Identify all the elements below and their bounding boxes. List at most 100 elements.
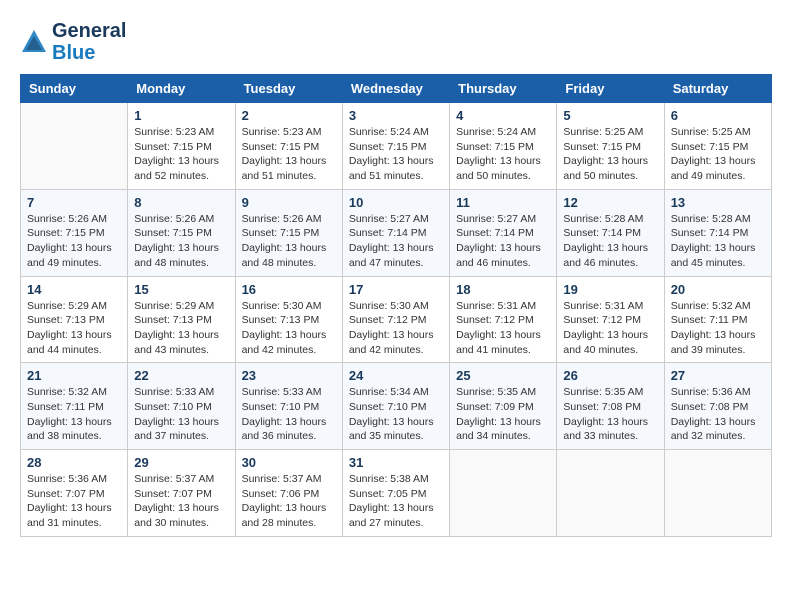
day-number: 22 <box>134 368 228 383</box>
weekday-header: Sunday <box>21 75 128 103</box>
logo: General Blue <box>20 20 126 64</box>
day-number: 5 <box>563 108 657 123</box>
day-number: 19 <box>563 282 657 297</box>
day-number: 24 <box>349 368 443 383</box>
day-number: 15 <box>134 282 228 297</box>
calendar-cell: 12Sunrise: 5:28 AM Sunset: 7:14 PM Dayli… <box>557 189 664 276</box>
day-info: Sunrise: 5:25 AM Sunset: 7:15 PM Dayligh… <box>563 125 657 184</box>
day-info: Sunrise: 5:32 AM Sunset: 7:11 PM Dayligh… <box>671 299 765 358</box>
weekday-header: Wednesday <box>342 75 449 103</box>
calendar-cell: 17 Sunrise: 5:30 AM Sunset: 7:12 PM Dayli… <box>342 276 449 363</box>
day-number: 26 <box>563 368 657 383</box>
calendar-cell: 7 Sunrise: 5:26 AM Sunset: 7:15 PM Daylig… <box>21 189 128 276</box>
calendar-week-row: 14 Sunrise: 5:29 AM Sunset: 7:13 PM Dayli… <box>21 276 772 363</box>
calendar-cell: 28 Sunrise: 5:36 AM Sunset: 7:07 PM Dayli… <box>21 450 128 537</box>
weekday-header: Monday <box>128 75 235 103</box>
day-info: Sunrise: 5:30 AM Sunset: 7:12 PM Dayligh… <box>349 299 443 358</box>
day-number: 17 <box>349 282 443 297</box>
calendar-cell: 15 Sunrise: 5:29 AM Sunset: 7:13 PM Dayli… <box>128 276 235 363</box>
calendar-cell: 29Sunrise: 5:37 AM Sunset: 7:07 PM Dayli… <box>128 450 235 537</box>
calendar-cell: 11Sunrise: 5:27 AM Sunset: 7:14 PM Dayli… <box>450 189 557 276</box>
day-number: 3 <box>349 108 443 123</box>
day-number: 12 <box>563 195 657 210</box>
day-number: 20 <box>671 282 765 297</box>
calendar-cell: 4 Sunrise: 5:24 AM Sunset: 7:15 PM Daylig… <box>450 103 557 190</box>
calendar-body: 1Sunrise: 5:23 AM Sunset: 7:15 PM Daylig… <box>21 103 772 537</box>
day-info: Sunrise: 5:28 AM Sunset: 7:14 PM Dayligh… <box>671 212 765 271</box>
calendar-week-row: 7 Sunrise: 5:26 AM Sunset: 7:15 PM Daylig… <box>21 189 772 276</box>
page-header: General Blue <box>20 20 772 64</box>
day-info: Sunrise: 5:24 AM Sunset: 7:15 PM Dayligh… <box>349 125 443 184</box>
day-number: 23 <box>242 368 336 383</box>
calendar-cell: 1Sunrise: 5:23 AM Sunset: 7:15 PM Daylig… <box>128 103 235 190</box>
day-number: 27 <box>671 368 765 383</box>
calendar-cell: 3 Sunrise: 5:24 AM Sunset: 7:15 PM Daylig… <box>342 103 449 190</box>
day-info: Sunrise: 5:23 AM Sunset: 7:15 PM Dayligh… <box>242 125 336 184</box>
day-number: 31 <box>349 455 443 470</box>
logo-icon <box>20 28 48 56</box>
calendar-cell: 21 Sunrise: 5:32 AM Sunset: 7:11 PM Dayli… <box>21 363 128 450</box>
day-info: Sunrise: 5:37 AM Sunset: 7:07 PM Dayligh… <box>134 472 228 531</box>
calendar-cell: 14 Sunrise: 5:29 AM Sunset: 7:13 PM Dayli… <box>21 276 128 363</box>
weekday-header: Thursday <box>450 75 557 103</box>
day-number: 25 <box>456 368 550 383</box>
day-info: Sunrise: 5:31 AM Sunset: 7:12 PM Dayligh… <box>563 299 657 358</box>
calendar-cell: 19 Sunrise: 5:31 AM Sunset: 7:12 PM Dayli… <box>557 276 664 363</box>
calendar-cell: 8 Sunrise: 5:26 AM Sunset: 7:15 PM Daylig… <box>128 189 235 276</box>
weekday-header: Friday <box>557 75 664 103</box>
calendar-cell: 9Sunrise: 5:26 AM Sunset: 7:15 PM Daylig… <box>235 189 342 276</box>
day-info: Sunrise: 5:24 AM Sunset: 7:15 PM Dayligh… <box>456 125 550 184</box>
day-number: 30 <box>242 455 336 470</box>
day-info: Sunrise: 5:27 AM Sunset: 7:14 PM Dayligh… <box>349 212 443 271</box>
calendar-cell: 31 Sunrise: 5:38 AM Sunset: 7:05 PM Dayli… <box>342 450 449 537</box>
day-number: 7 <box>27 195 121 210</box>
day-number: 8 <box>134 195 228 210</box>
day-info: Sunrise: 5:32 AM Sunset: 7:11 PM Dayligh… <box>27 385 121 444</box>
calendar-week-row: 21 Sunrise: 5:32 AM Sunset: 7:11 PM Dayli… <box>21 363 772 450</box>
day-info: Sunrise: 5:26 AM Sunset: 7:15 PM Dayligh… <box>134 212 228 271</box>
calendar-cell: 18Sunrise: 5:31 AM Sunset: 7:12 PM Dayli… <box>450 276 557 363</box>
day-info: Sunrise: 5:34 AM Sunset: 7:10 PM Dayligh… <box>349 385 443 444</box>
calendar-cell: 2 Sunrise: 5:23 AM Sunset: 7:15 PM Daylig… <box>235 103 342 190</box>
day-number: 11 <box>456 195 550 210</box>
day-number: 16 <box>242 282 336 297</box>
calendar-cell: 27Sunrise: 5:36 AM Sunset: 7:08 PM Dayli… <box>664 363 771 450</box>
day-number: 4 <box>456 108 550 123</box>
weekday-header: Saturday <box>664 75 771 103</box>
day-number: 2 <box>242 108 336 123</box>
calendar-cell: 22 Sunrise: 5:33 AM Sunset: 7:10 PM Dayli… <box>128 363 235 450</box>
day-info: Sunrise: 5:36 AM Sunset: 7:07 PM Dayligh… <box>27 472 121 531</box>
day-number: 10 <box>349 195 443 210</box>
calendar-cell: 24 Sunrise: 5:34 AM Sunset: 7:10 PM Dayli… <box>342 363 449 450</box>
weekday-header-row: SundayMondayTuesdayWednesdayThursdayFrid… <box>21 75 772 103</box>
calendar-cell: 10 Sunrise: 5:27 AM Sunset: 7:14 PM Dayli… <box>342 189 449 276</box>
logo-text: General Blue <box>52 20 126 64</box>
day-info: Sunrise: 5:38 AM Sunset: 7:05 PM Dayligh… <box>349 472 443 531</box>
calendar-week-row: 1Sunrise: 5:23 AM Sunset: 7:15 PM Daylig… <box>21 103 772 190</box>
day-info: Sunrise: 5:29 AM Sunset: 7:13 PM Dayligh… <box>27 299 121 358</box>
day-info: Sunrise: 5:23 AM Sunset: 7:15 PM Dayligh… <box>134 125 228 184</box>
calendar-cell: 20 Sunrise: 5:32 AM Sunset: 7:11 PM Dayli… <box>664 276 771 363</box>
day-info: Sunrise: 5:35 AM Sunset: 7:09 PM Dayligh… <box>456 385 550 444</box>
weekday-header: Tuesday <box>235 75 342 103</box>
calendar-cell: 16 Sunrise: 5:30 AM Sunset: 7:13 PM Dayli… <box>235 276 342 363</box>
day-number: 14 <box>27 282 121 297</box>
calendar-cell: 23Sunrise: 5:33 AM Sunset: 7:10 PM Dayli… <box>235 363 342 450</box>
day-info: Sunrise: 5:25 AM Sunset: 7:15 PM Dayligh… <box>671 125 765 184</box>
calendar-cell <box>664 450 771 537</box>
calendar-cell <box>450 450 557 537</box>
day-number: 13 <box>671 195 765 210</box>
day-info: Sunrise: 5:26 AM Sunset: 7:15 PM Dayligh… <box>242 212 336 271</box>
day-number: 18 <box>456 282 550 297</box>
day-number: 28 <box>27 455 121 470</box>
calendar-cell: 26Sunrise: 5:35 AM Sunset: 7:08 PM Dayli… <box>557 363 664 450</box>
calendar-table: SundayMondayTuesdayWednesdayThursdayFrid… <box>20 74 772 537</box>
day-info: Sunrise: 5:26 AM Sunset: 7:15 PM Dayligh… <box>27 212 121 271</box>
day-number: 21 <box>27 368 121 383</box>
calendar-cell <box>21 103 128 190</box>
day-info: Sunrise: 5:30 AM Sunset: 7:13 PM Dayligh… <box>242 299 336 358</box>
day-number: 6 <box>671 108 765 123</box>
day-info: Sunrise: 5:29 AM Sunset: 7:13 PM Dayligh… <box>134 299 228 358</box>
day-info: Sunrise: 5:33 AM Sunset: 7:10 PM Dayligh… <box>134 385 228 444</box>
calendar-cell <box>557 450 664 537</box>
